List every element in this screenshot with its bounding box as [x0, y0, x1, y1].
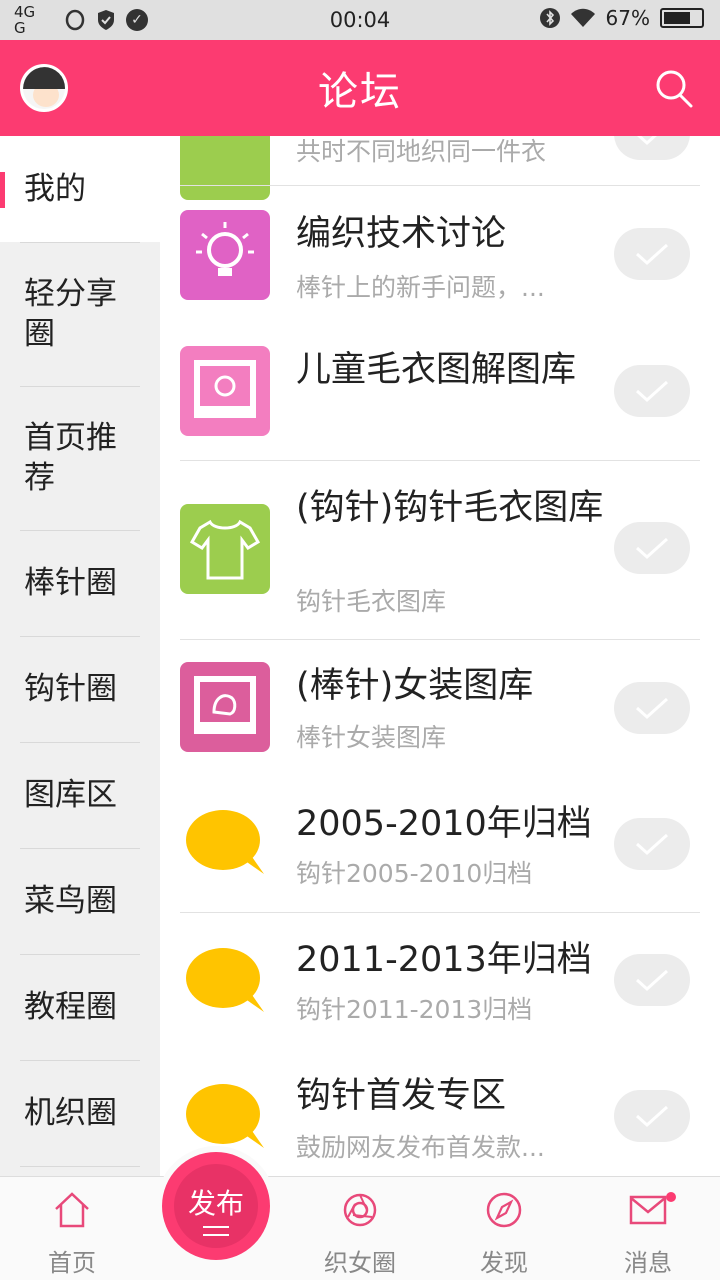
sidebar-item-home-recommend[interactable]: 首页推荐 [0, 386, 160, 530]
mail-icon [629, 1195, 667, 1225]
forum-title: (棒针)女装图库 [296, 666, 534, 706]
check-icon [635, 969, 669, 992]
follow-check-button[interactable] [614, 228, 690, 280]
tab-circle[interactable]: 织女圈 [288, 1177, 432, 1281]
sidebar-item-gallery[interactable]: 图库区 [0, 742, 160, 848]
sidebar-item-label: 图库区 [24, 777, 117, 813]
list-item[interactable]: (棒针)女装图库 棒针女装图库 [160, 640, 720, 776]
check-icon [635, 1105, 669, 1128]
chat-bubble-icon [186, 1084, 264, 1148]
sidebar-item-beginner[interactable]: 菜鸟圈 [0, 848, 160, 954]
check-icon [635, 243, 669, 266]
compass-icon [486, 1192, 522, 1228]
page-title: 论坛 [318, 69, 402, 115]
chat-bubble-icon [186, 948, 264, 1012]
divider [20, 1166, 140, 1167]
check-icon [636, 136, 658, 146]
sidebar-item-share-circle[interactable]: 轻分享圈 [0, 242, 160, 386]
follow-check-button[interactable] [614, 818, 690, 870]
forum-subtitle: 钩针毛衣图库 [296, 587, 447, 616]
tab-messages[interactable]: 消息 [576, 1177, 720, 1281]
sidebar-item-tutorial[interactable]: 教程圈 [0, 954, 160, 1060]
sidebar-item-mine[interactable]: 我的 [0, 136, 160, 242]
battery-percent: 67% [605, 6, 650, 30]
wifi-icon [570, 8, 595, 27]
sidebar-item-label: 教程圈 [24, 989, 117, 1025]
follow-check-button[interactable] [614, 136, 690, 160]
menu-lines-icon [203, 1226, 229, 1236]
forum-subtitle: 共时不同地织同一件衣 [296, 137, 547, 166]
chat-bubble-icon [186, 810, 264, 874]
list-item[interactable]: (钩针)钩针毛衣图库 钩针毛衣图库 [160, 460, 720, 640]
avatar[interactable] [20, 64, 68, 112]
photo-frame-icon [180, 662, 270, 752]
tab-label: 首页 [48, 1249, 96, 1277]
tab-label: 发现 [480, 1249, 528, 1277]
category-sidebar: 我的 轻分享圈 首页推荐 棒针圈 钩针圈 图库区 菜鸟圈 教程圈 机织圈 [0, 136, 160, 1176]
tab-label: 消息 [624, 1249, 672, 1277]
follow-check-button[interactable] [614, 522, 690, 574]
search-icon[interactable] [654, 68, 694, 108]
bluetooth-icon [539, 8, 560, 28]
forum-subtitle: 钩针2005-2010归档 [296, 859, 533, 888]
follow-check-button[interactable] [614, 682, 690, 734]
forum-title: 2011-2013年归档 [296, 940, 592, 980]
tab-label: 织女圈 [324, 1249, 396, 1277]
unread-badge [666, 1192, 676, 1202]
tab-discover[interactable]: 发现 [432, 1177, 576, 1281]
sidebar-item-knitting[interactable]: 棒针圈 [0, 530, 160, 636]
sidebar-item-label: 首页推荐 [24, 420, 117, 496]
sidebar-item-machine-knit[interactable]: 机织圈 [0, 1060, 160, 1166]
aperture-icon [343, 1193, 377, 1227]
lightbulb-icon [180, 210, 270, 300]
publish-button[interactable]: 发布 [162, 1152, 270, 1260]
sidebar-item-label: 钩针圈 [24, 671, 117, 707]
top-app-bar: 论坛 [0, 40, 720, 136]
sidebar-item-label: 菜鸟圈 [24, 883, 117, 919]
sidebar-item-crochet[interactable]: 钩针圈 [0, 636, 160, 742]
forum-title: 儿童毛衣图解图库 [296, 350, 577, 390]
list-item[interactable]: 钩针首发专区 鼓励网友发布首发款... [160, 1048, 720, 1176]
check-icon [635, 380, 669, 403]
list-item[interactable]: 2005-2010年归档 钩针2005-2010归档 [160, 776, 720, 913]
check-icon [635, 537, 669, 560]
forum-subtitle: 鼓励网友发布首发款... [296, 1133, 545, 1162]
forum-title: (钩针)钩针毛衣图库 [296, 488, 604, 528]
forum-subtitle: 钩针2011-2013归档 [296, 995, 533, 1024]
sidebar-item-label: 棒针圈 [24, 565, 117, 601]
battery-icon [660, 8, 704, 28]
forum-subtitle: 棒针女装图库 [296, 723, 447, 752]
publish-label: 发布 [187, 1187, 244, 1220]
check-icon [635, 833, 669, 856]
sidebar-item-label: 机织圈 [24, 1095, 117, 1131]
forum-list: 共时不同地织同一件衣 编织技术讨论 棒针上的新手问题，... 儿童毛衣图解图库 … [160, 136, 720, 1176]
shirt-icon [180, 504, 270, 594]
list-item[interactable]: 共时不同地织同一件衣 [160, 136, 720, 200]
list-item[interactable]: 2011-2013年归档 钩针2011-2013归档 [160, 912, 720, 1048]
check-icon [635, 697, 669, 720]
photo-frame-icon [180, 346, 270, 436]
follow-check-button[interactable] [614, 1090, 690, 1142]
home-icon [55, 1192, 89, 1228]
follow-check-button[interactable] [614, 954, 690, 1006]
follow-check-button[interactable] [614, 365, 690, 417]
list-item[interactable]: 编织技术讨论 棒针上的新手问题，... [160, 186, 720, 324]
sidebar-item-label: 我的 [24, 171, 86, 207]
bottom-tab-bar: 首页 织女圈 发现 消息 [0, 1176, 720, 1280]
sidebar-item-label: 轻分享圈 [24, 276, 117, 352]
status-bar: 4G G ✓ 00:04 67% [0, 0, 720, 40]
forum-title: 钩针首发专区 [296, 1076, 507, 1116]
forum-subtitle: 棒针上的新手问题，... [296, 273, 545, 302]
forum-title: 2005-2010年归档 [296, 804, 592, 844]
forum-title: 编织技术讨论 [296, 214, 507, 254]
list-item[interactable]: 儿童毛衣图解图库 [160, 324, 720, 461]
tab-home[interactable]: 首页 [0, 1177, 144, 1281]
